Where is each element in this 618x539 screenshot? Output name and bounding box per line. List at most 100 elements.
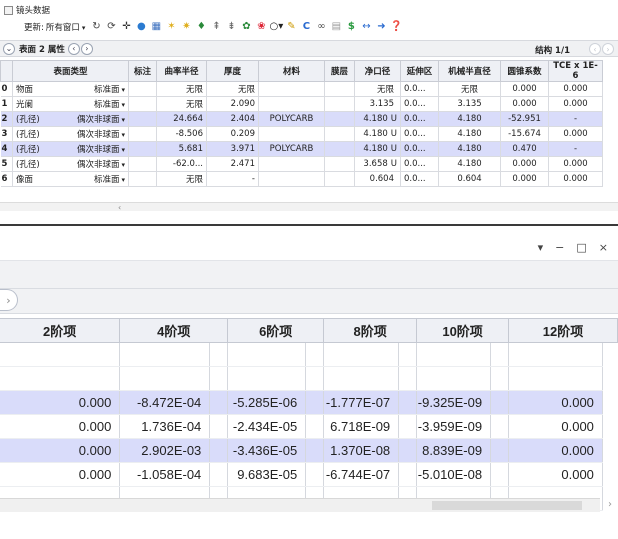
table-row[interactable]: [0, 366, 618, 391]
term-value-cell[interactable]: 0.000: [508, 414, 603, 439]
chip-zone-cell[interactable]: 0.0...: [400, 126, 439, 142]
conic-cell[interactable]: -15.674: [500, 126, 549, 142]
mech-semi-dia-cell[interactable]: 3.135: [438, 96, 501, 112]
crosshair-icon[interactable]: ✛: [120, 21, 132, 33]
surface-type-dropdown[interactable]: 偶次非球面 ▾: [77, 128, 125, 140]
column-header[interactable]: TCE x 1E-6: [548, 60, 603, 82]
next-surface-icon[interactable]: ›: [80, 42, 93, 55]
surface-type-cell[interactable]: (孔径) 偶次非球面 ▾: [12, 156, 129, 172]
term-value-cell[interactable]: -3.959E-09: [416, 414, 492, 439]
chevron-down-icon[interactable]: ▾: [121, 101, 125, 109]
refresh-all-icon[interactable]: ⟳: [105, 21, 117, 33]
clear-semi-dia-cell[interactable]: 4.180 U: [354, 141, 401, 157]
table-row[interactable]: 0 物面 标准面 ▾ 无限 无限 无限 0.0... 无限 0.000 0.000: [0, 81, 603, 97]
radius-cell[interactable]: 无限: [156, 96, 207, 112]
horizontal-scrollbar-bottom[interactable]: ›: [0, 498, 612, 512]
chevron-down-icon[interactable]: ▾: [121, 86, 125, 94]
next-structure-icon[interactable]: ›: [602, 43, 614, 55]
term-value-cell[interactable]: 0.000: [0, 438, 121, 463]
solve-cell[interactable]: [305, 462, 325, 487]
surface-type-dropdown[interactable]: 偶次非球面 ▾: [77, 143, 125, 155]
paint-icon[interactable]: ✎: [285, 21, 297, 33]
solve-cell[interactable]: [209, 438, 229, 463]
column-header[interactable]: 10阶项: [416, 318, 510, 343]
globe-icon[interactable]: ●: [135, 21, 147, 33]
column-header[interactable]: 标注: [128, 60, 157, 82]
star-icon[interactable]: ✶: [165, 21, 177, 33]
conic-cell[interactable]: 0.000: [500, 81, 549, 97]
term-value-cell[interactable]: 0.000: [508, 390, 603, 415]
arrows-icon[interactable]: ↔: [360, 21, 372, 33]
clear-semi-dia-cell[interactable]: 无限: [354, 81, 401, 97]
term-value-cell[interactable]: -9.325E-09: [416, 390, 492, 415]
mech-semi-dia-cell[interactable]: 4.180: [438, 156, 501, 172]
material-cell[interactable]: POLYCARB: [258, 141, 325, 157]
radius-cell[interactable]: -8.506: [156, 126, 207, 142]
surface-type-cell[interactable]: 像面 标准面 ▾: [12, 171, 129, 187]
thickness-cell[interactable]: 2.471: [206, 156, 259, 172]
scroll-left-icon[interactable]: ‹: [118, 203, 121, 212]
solve-cell[interactable]: [398, 414, 418, 439]
term-value-cell[interactable]: 9.683E-05: [227, 462, 307, 487]
clear-semi-dia-cell[interactable]: 3.658 U: [354, 156, 401, 172]
comment-cell[interactable]: [128, 96, 157, 112]
column-header[interactable]: 6阶项: [227, 318, 325, 343]
column-header[interactable]: 表面类型: [12, 60, 129, 82]
column-header[interactable]: 曲率半径: [156, 60, 207, 82]
tce-cell[interactable]: -: [548, 111, 603, 127]
column-header[interactable]: 机械半直径: [438, 60, 501, 82]
table-row[interactable]: 0.000 1.736E-04 -2.434E-05 6.718E-09 -3.959E…: [0, 414, 618, 439]
restore-icon[interactable]: □: [576, 241, 586, 254]
sheet-icon[interactable]: ▤: [330, 21, 342, 33]
column-header[interactable]: 圆锥系数: [500, 60, 549, 82]
table-row[interactable]: 0.000 -8.472E-04 -5.285E-06 -1.777E-07 -9.32…: [0, 390, 618, 415]
term-value-cell[interactable]: [416, 366, 492, 391]
tce-cell[interactable]: 0.000: [548, 171, 603, 187]
column-header[interactable]: 12阶项: [508, 318, 618, 343]
tce-cell[interactable]: 0.000: [548, 126, 603, 142]
clear-semi-dia-cell[interactable]: 4.180 U: [354, 126, 401, 142]
term-value-cell[interactable]: [0, 342, 121, 367]
chevron-down-icon[interactable]: ▾: [121, 176, 125, 184]
term-value-cell[interactable]: -5.010E-08: [416, 462, 492, 487]
solve-icon[interactable]: ✿: [240, 21, 252, 33]
prev-structure-icon[interactable]: ‹: [589, 43, 601, 55]
solve-cell[interactable]: [398, 342, 418, 367]
column-header[interactable]: 厚度: [206, 60, 259, 82]
prev-surface-icon[interactable]: ‹: [67, 42, 80, 55]
column-header[interactable]: 8阶项: [323, 318, 418, 343]
mech-semi-dia-cell[interactable]: 无限: [438, 81, 501, 97]
solve-cell[interactable]: [490, 438, 510, 463]
tce-cell[interactable]: 0.000: [548, 96, 603, 112]
conic-cell[interactable]: 0.000: [500, 96, 549, 112]
solve-cell[interactable]: [209, 342, 229, 367]
scroll-right-icon[interactable]: ›: [608, 499, 612, 510]
mech-semi-dia-cell[interactable]: 0.604: [438, 171, 501, 187]
c-icon[interactable]: C: [300, 21, 312, 33]
term-value-cell[interactable]: [508, 366, 603, 391]
tce-cell[interactable]: 0.000: [548, 81, 603, 97]
material-cell[interactable]: [258, 156, 325, 172]
thickness-cell[interactable]: 2.404: [206, 111, 259, 127]
coating-cell[interactable]: [324, 156, 355, 172]
mech-semi-dia-cell[interactable]: 4.180: [438, 126, 501, 142]
chevron-down-icon[interactable]: ▾: [121, 116, 125, 124]
arrow-right-icon[interactable]: ➜: [375, 21, 387, 33]
surface-type-cell[interactable]: (孔径) 偶次非球面 ▾: [12, 126, 129, 142]
chip-zone-cell[interactable]: 0.0...: [400, 156, 439, 172]
solve-cell[interactable]: [490, 414, 510, 439]
tce-cell[interactable]: 0.000: [548, 156, 603, 172]
term-value-cell[interactable]: 8.839E-09: [416, 438, 492, 463]
coating-cell[interactable]: [324, 171, 355, 187]
solve-cell[interactable]: [490, 462, 510, 487]
column-header[interactable]: 净口径: [354, 60, 401, 82]
surface-type-dropdown[interactable]: 偶次非球面 ▾: [77, 113, 125, 125]
conic-cell[interactable]: -52.951: [500, 111, 549, 127]
minimize-icon[interactable]: −: [555, 241, 564, 254]
column-header[interactable]: 膜层: [324, 60, 355, 82]
term-value-cell[interactable]: 0.000: [508, 462, 603, 487]
comment-cell[interactable]: [128, 171, 157, 187]
conic-cell[interactable]: 0.470: [500, 141, 549, 157]
solve-cell[interactable]: [209, 462, 229, 487]
circle-menu-icon[interactable]: ○▾: [270, 21, 284, 33]
